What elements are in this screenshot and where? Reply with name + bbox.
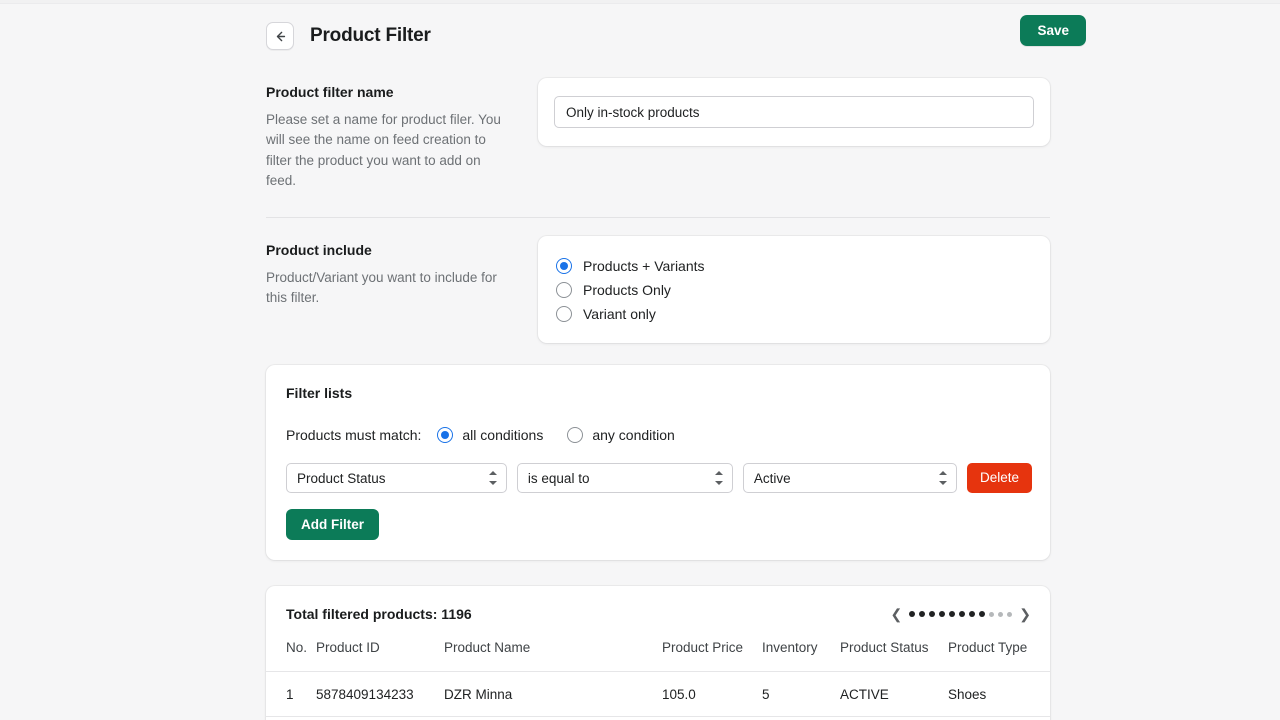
product-include-info: Product include Product/Variant you want…: [266, 236, 538, 309]
cell-product-price: 105.0: [662, 672, 762, 717]
pagination-dot[interactable]: [919, 611, 925, 617]
cell-product-id: 5878409134233: [316, 672, 444, 717]
column-header-product-type: Product Type: [948, 640, 1050, 672]
filtered-products-table: No. Product ID Product Name Product Pric…: [266, 640, 1050, 720]
product-include-heading: Product include: [266, 242, 506, 258]
cell-product-type: Shoes: [948, 717, 1050, 720]
pagination-dot[interactable]: [949, 611, 955, 617]
product-filter-name-field-wrap: [538, 78, 1050, 146]
cell-product-status: ACTIVE: [840, 717, 948, 720]
pagination-dot[interactable]: [929, 611, 935, 617]
radio-icon: [567, 427, 583, 443]
product-include-options-wrap: Products + Variants Products Only Varian…: [538, 236, 1050, 343]
total-filtered-products-label: Total filtered products: 1196: [286, 606, 472, 622]
save-button[interactable]: Save: [1020, 15, 1086, 46]
table-head: No. Product ID Product Name Product Pric…: [266, 640, 1050, 672]
table-row: 2 36961467924633 DZR Minna - 41 105.00 1…: [266, 717, 1050, 720]
product-filter-name-description: Please set a name for product filer. You…: [266, 110, 506, 191]
radio-label: any condition: [592, 427, 675, 443]
radio-option-products-only[interactable]: Products Only: [556, 278, 1034, 301]
product-filter-name-section: Product filter name Please set a name fo…: [266, 60, 1050, 191]
filtered-products-card: Total filtered products: 1196 ❮ ❯: [266, 586, 1050, 720]
product-filter-name-input[interactable]: [554, 96, 1034, 128]
cell-inventory: 5: [762, 672, 840, 717]
column-header-inventory: Inventory: [762, 640, 840, 672]
cell-product-type: Shoes: [948, 672, 1050, 717]
pagination-dot[interactable]: [939, 611, 945, 617]
filter-lists-card: Filter lists Products must match: all co…: [266, 365, 1050, 560]
page-title: Product Filter: [310, 25, 431, 47]
cell-no: 1: [266, 672, 316, 717]
pagination-dots: [909, 611, 1012, 617]
back-button[interactable]: [266, 22, 294, 50]
radio-label: Products Only: [583, 282, 671, 298]
condition-value-select-wrap: Active: [743, 463, 957, 493]
radio-label: all conditions: [462, 427, 543, 443]
filter-lists-heading: Filter lists: [286, 385, 1032, 401]
radio-icon: [556, 306, 572, 322]
cell-inventory: 1: [762, 717, 840, 720]
column-header-product-id: Product ID: [316, 640, 444, 672]
cell-product-name: DZR Minna - 41: [444, 717, 662, 720]
product-filter-name-info: Product filter name Please set a name fo…: [266, 78, 538, 191]
pagination-dot[interactable]: [1007, 612, 1012, 617]
radio-icon: [556, 258, 572, 274]
pagination-dot[interactable]: [969, 611, 975, 617]
pagination-dot[interactable]: [909, 611, 915, 617]
product-filter-name-card: [538, 78, 1050, 146]
filtered-products-header: Total filtered products: 1196 ❮ ❯: [266, 586, 1050, 640]
radio-option-products-variants[interactable]: Products + Variants: [556, 254, 1034, 277]
table-header-row: No. Product ID Product Name Product Pric…: [266, 640, 1050, 672]
condition-field-select-wrap: Product Status: [286, 463, 507, 493]
pagination-dot[interactable]: [979, 611, 985, 617]
pagination-dot[interactable]: [959, 611, 965, 617]
product-filter-name-heading: Product filter name: [266, 84, 506, 100]
condition-operator-select-wrap: is equal to: [517, 463, 733, 493]
match-option-any-condition[interactable]: any condition: [567, 423, 675, 446]
chevron-left-icon[interactable]: ❮: [890, 607, 904, 621]
add-filter-button[interactable]: Add Filter: [286, 509, 379, 540]
pagination-dot[interactable]: [989, 612, 994, 617]
cell-product-price: 105.00: [662, 717, 762, 720]
condition-field-select[interactable]: Product Status: [286, 463, 507, 493]
chevron-right-icon[interactable]: ❯: [1018, 607, 1032, 621]
table-row: 1 5878409134233 DZR Minna 105.0 5 ACTIVE…: [266, 672, 1050, 717]
arrow-left-icon: [273, 29, 288, 44]
column-header-product-status: Product Status: [840, 640, 948, 672]
product-include-description: Product/Variant you want to include for …: [266, 268, 506, 309]
condition-value-select[interactable]: Active: [743, 463, 957, 493]
radio-icon: [437, 427, 453, 443]
cell-no: 2: [266, 717, 316, 720]
column-header-product-name: Product Name: [444, 640, 662, 672]
radio-label: Products + Variants: [583, 258, 705, 274]
pagination-dot[interactable]: [998, 612, 1003, 617]
match-mode-label: Products must match:: [286, 427, 421, 443]
cell-product-id: 36961467924633: [316, 717, 444, 720]
page-header: Product Filter Save: [266, 0, 1050, 60]
filter-condition-row: Product Status is equal to Active Delete: [286, 463, 1032, 493]
cell-product-status: ACTIVE: [840, 672, 948, 717]
column-header-product-price: Product Price: [662, 640, 762, 672]
product-include-card: Products + Variants Products Only Varian…: [538, 236, 1050, 343]
radio-label: Variant only: [583, 306, 656, 322]
product-include-section: Product include Product/Variant you want…: [266, 218, 1050, 343]
match-mode-row: Products must match: all conditions any …: [286, 423, 1032, 446]
table-body: 1 5878409134233 DZR Minna 105.0 5 ACTIVE…: [266, 672, 1050, 720]
radio-option-variant-only[interactable]: Variant only: [556, 302, 1034, 325]
condition-operator-select[interactable]: is equal to: [517, 463, 733, 493]
column-header-no: No.: [266, 640, 316, 672]
page-container: Product Filter Save Product filter name …: [0, 0, 1280, 720]
radio-icon: [556, 282, 572, 298]
pagination: ❮ ❯: [890, 607, 1032, 621]
delete-condition-button[interactable]: Delete: [967, 463, 1032, 493]
match-option-all-conditions[interactable]: all conditions: [437, 423, 543, 446]
cell-product-name: DZR Minna: [444, 672, 662, 717]
